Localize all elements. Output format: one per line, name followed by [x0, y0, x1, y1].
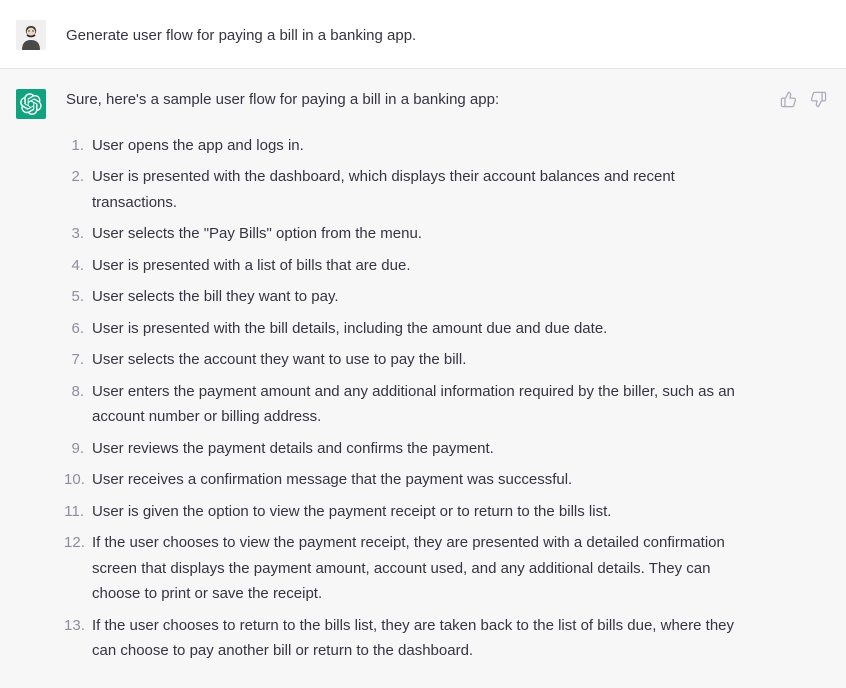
user-message-content: Generate user flow for paying a bill in …	[66, 18, 828, 50]
assistant-message-content: Sure, here's a sample user flow for payi…	[66, 87, 766, 670]
assistant-steps-list: User opens the app and logs in. User is p…	[66, 133, 756, 664]
list-item: User enters the payment amount and any a…	[86, 379, 756, 430]
thumbs-down-button[interactable]	[808, 89, 828, 109]
list-item: User is presented with the bill details,…	[86, 316, 756, 342]
list-item: User opens the app and logs in.	[86, 133, 756, 159]
user-prompt-text: Generate user flow for paying a bill in …	[66, 27, 416, 44]
assistant-avatar	[16, 89, 46, 119]
list-item: User selects the account they want to us…	[86, 347, 756, 373]
user-avatar	[16, 20, 46, 50]
assistant-intro-text: Sure, here's a sample user flow for payi…	[66, 87, 756, 113]
list-item: If the user chooses to return to the bil…	[86, 613, 756, 664]
list-item: User selects the bill they want to pay.	[86, 284, 756, 310]
assistant-message-row: Sure, here's a sample user flow for payi…	[0, 69, 846, 688]
thumbs-up-icon	[780, 91, 797, 108]
list-item: User is presented with the dashboard, wh…	[86, 164, 756, 215]
list-item: User is presented with a list of bills t…	[86, 253, 756, 279]
list-item: User reviews the payment details and con…	[86, 436, 756, 462]
list-item: User selects the "Pay Bills" option from…	[86, 221, 756, 247]
list-item: If the user chooses to view the payment …	[86, 530, 756, 607]
thumbs-up-button[interactable]	[778, 89, 798, 109]
feedback-actions	[778, 89, 828, 670]
thumbs-down-icon	[810, 91, 827, 108]
list-item: User receives a confirmation message tha…	[86, 467, 756, 493]
list-item: User is given the option to view the pay…	[86, 499, 756, 525]
user-message-row: Generate user flow for paying a bill in …	[0, 0, 846, 69]
